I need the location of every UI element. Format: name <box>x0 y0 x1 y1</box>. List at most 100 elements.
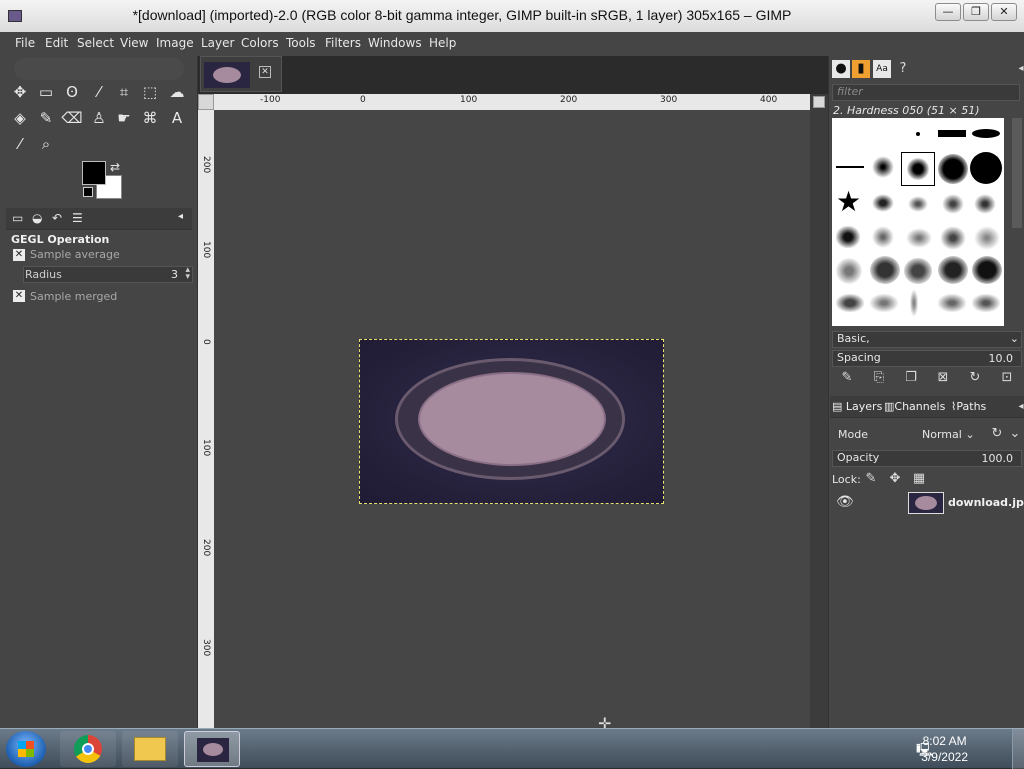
images-tab-icon[interactable]: ☰ <box>72 211 83 225</box>
bucket-fill-tool-icon[interactable]: ◈ <box>9 107 31 129</box>
menu-windows[interactable]: Windows <box>368 36 422 50</box>
brush-item[interactable] <box>972 294 1000 312</box>
help-tab-icon[interactable]: ? <box>894 60 912 78</box>
brush-item[interactable] <box>938 256 968 284</box>
eraser-tool-icon[interactable]: ⌫ <box>61 107 83 129</box>
opacity-value[interactable]: 100.0 <box>982 452 1014 465</box>
brush-item[interactable] <box>942 194 964 214</box>
brush-item[interactable] <box>904 258 932 284</box>
paintbrush-tool-icon[interactable]: ✎ <box>35 107 57 129</box>
layers-tab[interactable]: ▤ Layers <box>832 400 882 413</box>
brush-item[interactable] <box>870 256 900 284</box>
delete-brush-icon[interactable]: ⊠ <box>934 369 952 387</box>
lock-alpha-icon[interactable]: ▦ <box>910 470 928 488</box>
maximize-button[interactable]: ❐ <box>963 3 989 21</box>
layers-dock-menu-icon[interactable]: ◂ <box>1012 398 1024 416</box>
channels-tab[interactable]: ▥Channels <box>884 400 945 413</box>
brush-preset-select[interactable]: Basic, ⌄ <box>832 331 1022 348</box>
navigate-icon[interactable] <box>813 96 825 108</box>
brush-item[interactable] <box>836 226 860 248</box>
tab-menu-icon[interactable]: ◂ <box>178 211 183 222</box>
move-tool-icon[interactable]: ✥ <box>9 81 31 103</box>
brush-item[interactable] <box>970 152 1002 184</box>
brush-item[interactable] <box>974 194 996 214</box>
mode-select[interactable]: Normal ⌄ <box>922 428 975 441</box>
sample-merged-checkbox[interactable]: ✕ <box>13 290 25 302</box>
spacing-value[interactable]: 10.0 <box>989 352 1014 365</box>
chevron-down-icon[interactable]: ⌄ <box>1006 425 1024 443</box>
brush-item[interactable] <box>938 294 966 312</box>
brush-item[interactable] <box>972 129 1000 138</box>
brush-item[interactable] <box>872 226 894 248</box>
brush-item[interactable] <box>938 130 966 137</box>
gimp-taskbar-button[interactable] <box>184 731 240 767</box>
mode-reset-icon[interactable]: ↻ <box>988 425 1006 443</box>
unified-transform-tool-icon[interactable]: ⬚ <box>139 81 161 103</box>
brush-item[interactable] <box>872 156 894 178</box>
brush-item[interactable] <box>870 294 898 312</box>
fuzzy-select-tool-icon[interactable]: ⁄ <box>88 81 110 103</box>
menu-filters[interactable]: Filters <box>325 36 361 50</box>
image-tab[interactable]: ✕ <box>200 56 282 92</box>
star-brush-icon[interactable]: ★ <box>836 188 861 216</box>
default-colors-icon[interactable] <box>83 187 93 197</box>
close-image-tab-icon[interactable]: ✕ <box>259 66 271 78</box>
brush-item[interactable] <box>974 226 1000 250</box>
edit-brush-icon[interactable]: ✎ <box>838 369 856 387</box>
sample-average-checkbox[interactable]: ✕ <box>13 249 25 261</box>
menu-edit[interactable]: Edit <box>45 36 68 50</box>
duplicate-brush-icon[interactable]: ❐ <box>902 369 920 387</box>
layer-name[interactable]: download.jpg <box>948 496 1024 509</box>
refresh-brushes-icon[interactable]: ↻ <box>966 369 984 387</box>
color-picker-tool-icon[interactable]: ⁄ <box>9 133 31 155</box>
smudge-tool-icon[interactable]: ☛ <box>113 107 135 129</box>
layer-row[interactable]: 👁 download.jpg <box>830 490 1024 518</box>
spacing-spinbox[interactable]: Spacing 10.0 <box>832 350 1022 367</box>
close-button[interactable]: ✕ <box>991 3 1017 21</box>
brushes-tab-icon[interactable]: ● <box>832 60 850 78</box>
open-brush-folder-icon[interactable]: ⊡ <box>998 369 1016 387</box>
fonts-tab-icon[interactable]: Aa <box>873 60 891 78</box>
crop-tool-icon[interactable]: ⌗ <box>113 81 135 103</box>
brush-item[interactable] <box>872 194 894 212</box>
brush-grid-scrollbar[interactable] <box>1012 118 1022 228</box>
tool-options-tab-icon[interactable]: ▭ <box>12 211 23 225</box>
undo-history-tab-icon[interactable]: ↶ <box>52 211 62 225</box>
brush-item[interactable] <box>972 256 1002 284</box>
explorer-taskbar-button[interactable] <box>122 731 178 767</box>
dock-menu-icon[interactable]: ◂ <box>1012 60 1024 78</box>
brush-grid[interactable]: ★ <box>832 118 1004 326</box>
brush-filter-input[interactable]: filter <box>832 84 1020 101</box>
device-status-tab-icon[interactable]: ◒ <box>32 211 42 225</box>
image-layer-content[interactable] <box>359 339 664 504</box>
text-tool-icon[interactable]: A <box>166 107 188 129</box>
brush-item[interactable] <box>910 290 918 316</box>
patterns-tab-icon[interactable]: ▮ <box>852 60 870 78</box>
brush-item[interactable] <box>916 132 920 136</box>
start-button[interactable] <box>6 731 46 767</box>
eye-visibility-icon[interactable]: 👁 <box>836 494 854 510</box>
lock-pixels-icon[interactable]: ✎ <box>862 470 880 488</box>
menu-file[interactable]: File <box>15 36 35 50</box>
opacity-spinbox[interactable]: Opacity 100.0 <box>832 450 1022 467</box>
swap-colors-icon[interactable]: ⇄ <box>110 160 120 174</box>
brush-item[interactable] <box>908 196 928 212</box>
paths-tab[interactable]: ⌇Paths <box>951 400 986 413</box>
show-desktop-button[interactable] <box>1012 729 1024 769</box>
rect-select-tool-icon[interactable]: ▭ <box>35 81 57 103</box>
clone-tool-icon[interactable]: ♙ <box>88 107 110 129</box>
menu-tools[interactable]: Tools <box>286 36 316 50</box>
menu-help[interactable]: Help <box>429 36 456 50</box>
brush-item-selected[interactable] <box>901 152 935 186</box>
free-select-tool-icon[interactable]: ʘ <box>61 81 83 103</box>
menu-view[interactable]: View <box>120 36 148 50</box>
menu-layer[interactable]: Layer <box>201 36 234 50</box>
radius-value[interactable]: 3 <box>171 268 178 281</box>
radius-spinbox[interactable]: Radius 3 ▴ ▾ <box>23 266 193 283</box>
foreground-color-swatch[interactable] <box>82 161 106 185</box>
brush-item[interactable] <box>836 294 864 312</box>
warp-transform-tool-icon[interactable]: ☁ <box>166 81 188 103</box>
brush-item[interactable] <box>836 166 864 168</box>
menu-select[interactable]: Select <box>77 36 114 50</box>
spin-arrows-icon[interactable]: ▴ ▾ <box>185 266 190 282</box>
